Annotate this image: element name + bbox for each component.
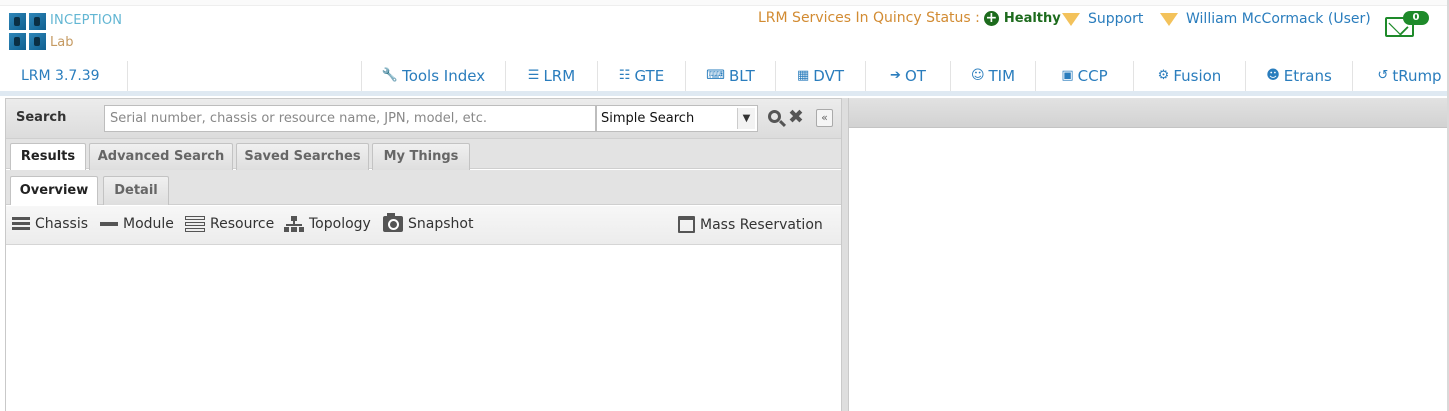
mass-reservation-label: Mass Reservation [700,216,823,233]
sitemap-icon: ☷ [618,68,631,83]
nav-label: tRump [1392,67,1442,85]
nav-blt[interactable]: ⌨ BLT [685,61,775,91]
nav-gte[interactable]: ☷ GTE [597,61,685,91]
list-icon: ☰ [527,68,540,83]
chassis-button[interactable]: Chassis [12,216,88,232]
chevron-down-icon: ▼ [737,108,755,129]
service-status: LRM Services In Quincy Status : + Health… [758,10,1061,26]
user-name-link[interactable]: William McCormack (User) [1186,11,1371,27]
search-tabs: Results Advanced Search Saved Searches M… [6,139,841,170]
search-button[interactable] [767,108,787,128]
nav-label: Etrans [1283,67,1332,85]
calendar-icon: ▦ [796,68,810,83]
nav-label: DVT [813,67,844,85]
nav-ot[interactable]: ➔ OT [865,61,950,91]
logo-title: INCEPTION [50,13,123,28]
dropdown-triangle-icon [1160,12,1178,26]
message-count-badge: 0 [1403,11,1429,25]
sitemap-icon [284,216,304,232]
nav-tim[interactable]: ☺ TIM [950,61,1035,91]
topology-button[interactable]: Topology [284,216,371,232]
nav-fusion[interactable]: ⚙ Fusion [1133,61,1245,91]
mass-reservation-button[interactable]: Mass Reservation [678,216,823,233]
nav-label: OT [904,67,926,85]
nav-label: BLT [729,67,755,85]
logo-subtitle: Lab [50,35,74,50]
nav-trump[interactable]: ↺ tRump [1352,61,1449,91]
tab-advanced-search[interactable]: Advanced Search [89,143,233,170]
keyboard-icon: ⌨ [706,68,725,83]
nav-label: CCP [1077,67,1108,85]
minus-icon [100,217,118,231]
resource-label: Resource [210,216,275,232]
chassis-label: Chassis [35,216,88,232]
logo-mark [9,13,46,50]
status-value: Healthy [1003,10,1061,26]
history-icon: ↺ [1377,68,1389,83]
module-label: Module [123,216,174,232]
snapshot-button[interactable]: Snapshot [383,213,474,232]
search-panel: Search Simple Search ▼ ✖ « Results Advan… [5,98,842,411]
plus-circle-icon: + [983,9,999,26]
messages-button[interactable]: 0 [1385,11,1431,37]
nav-label: LRM [543,67,576,85]
tools-nav-items: 🔧 Tools Index ☰ LRM ☷ GTE ⌨ BLT ▦ DVT ➔ … [361,61,1449,91]
detail-panel-header [849,98,1448,128]
search-label: Search [16,110,67,125]
detail-panel [848,98,1448,411]
tools-navbar: LRM 3.7.39 🔧 Tools Index ☰ LRM ☷ GTE ⌨ B… [0,61,1447,91]
nav-label: Fusion [1173,67,1222,85]
search-bar: Search Simple Search ▼ ✖ « [6,99,841,139]
version-label: LRM 3.7.39 [0,61,128,91]
camera-icon [383,213,403,232]
user-plus-icon: ☻ [1266,68,1280,83]
collapse-panel-button[interactable]: « [816,109,833,127]
results-toolbar: Chassis Module Resource Topology Snapsho… [6,206,841,245]
module-button[interactable]: Module [100,216,174,232]
cogs-icon: ⚙ [1157,68,1170,83]
nav-label: Tools Index [402,67,486,85]
nav-tools-index[interactable]: 🔧 Tools Index [361,61,505,91]
dropdown-triangle-icon [1062,12,1080,26]
tab-overview[interactable]: Overview [10,176,98,205]
nav-ccp[interactable]: ▣ CCP [1035,61,1133,91]
nav-label: TIM [988,67,1016,85]
nav-etrans[interactable]: ☻ Etrans [1245,61,1352,91]
nav-dvt[interactable]: ▦ DVT [775,61,865,91]
snapshot-label: Snapshot [408,216,474,232]
support-menu[interactable]: Support [1062,11,1143,27]
nav-label: GTE [634,67,665,85]
wrench-icon: 🔧 [381,68,399,83]
top-strip [0,0,1449,6]
results-subtabs: Overview Detail [6,170,841,205]
topology-label: Topology [309,216,371,232]
search-input[interactable] [104,105,596,132]
server-icon [185,216,205,232]
tab-saved-searches[interactable]: Saved Searches [236,143,369,170]
sign-in-icon: ➔ [890,68,901,83]
support-link[interactable]: Support [1088,11,1143,27]
tab-my-things[interactable]: My Things [372,143,470,170]
search-mode-select[interactable]: Simple Search ▼ [596,105,758,132]
user-menu[interactable]: William McCormack (User) [1160,11,1371,27]
user-tie-icon: ☺ [970,68,985,83]
app-logo[interactable]: INCEPTION Lab [9,13,122,51]
tab-results[interactable]: Results [10,143,86,170]
search-mode-value: Simple Search [601,111,695,126]
clear-search-button[interactable]: ✖ [788,106,804,128]
resource-button[interactable]: Resource [185,216,274,232]
tab-detail[interactable]: Detail [103,176,169,205]
nav-lrm[interactable]: ☰ LRM [505,61,597,91]
qrcode-icon: ▣ [1061,68,1074,83]
nav-divider [0,91,1447,96]
bars-icon [12,217,30,231]
calendar-icon [678,216,695,233]
status-label: LRM Services In Quincy Status : [758,10,980,26]
